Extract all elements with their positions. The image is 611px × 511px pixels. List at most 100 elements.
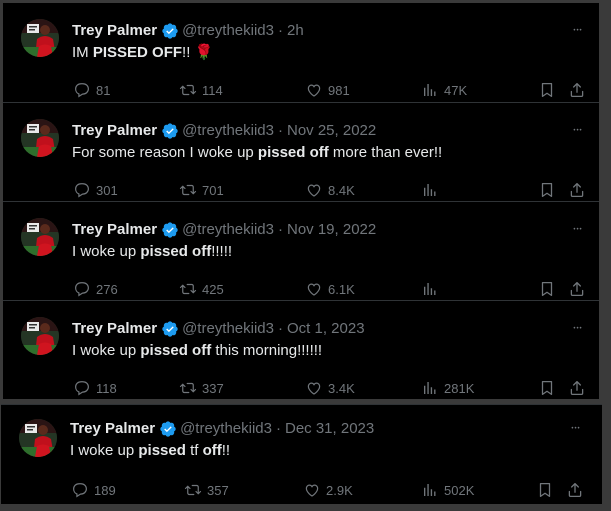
like-button[interactable]: 3.4K <box>305 379 355 397</box>
author-name[interactable]: Trey Palmer <box>72 319 157 339</box>
timestamp[interactable]: Dec 31, 2023 <box>285 419 374 439</box>
bookmark-icon[interactable] <box>536 481 554 499</box>
views-button[interactable]: 502K <box>421 481 474 499</box>
verified-icon <box>161 122 179 140</box>
timestamp[interactable]: Nov 25, 2022 <box>287 121 376 141</box>
like-icon <box>303 481 321 499</box>
author-name[interactable]: Trey Palmer <box>70 419 155 439</box>
separator-dot: · <box>278 221 283 238</box>
like-count: 6.1K <box>328 281 355 297</box>
like-count: 3.4K <box>328 380 355 396</box>
like-icon <box>305 379 323 397</box>
views-icon <box>421 280 439 298</box>
share-icon[interactable] <box>568 181 586 199</box>
tweet[interactable]: Trey Palmer @treythekiid3 · 2h ••• IM PISSED … <box>3 3 599 102</box>
bookmark-icon[interactable] <box>538 81 556 99</box>
views-button[interactable] <box>421 280 444 298</box>
author-handle[interactable]: @treythekiid3 <box>182 121 274 141</box>
share-icon[interactable] <box>568 81 586 99</box>
author-handle[interactable]: @treythekiid3 <box>180 419 272 439</box>
reply-button[interactable]: 189 <box>71 481 116 499</box>
tweet[interactable]: Trey Palmer @treythekiid3 · Oct 1, 2023 ••• I… <box>3 300 599 399</box>
retweet-count: 357 <box>207 482 229 498</box>
timestamp[interactable]: 2h <box>287 21 304 41</box>
retweet-button[interactable]: 701 <box>179 181 224 199</box>
tweet-text-emphasis: pissed off <box>257 144 329 161</box>
avatar[interactable] <box>21 119 59 157</box>
verified-icon <box>161 22 179 40</box>
bookmark-icon[interactable] <box>538 379 556 397</box>
like-button[interactable]: 6.1K <box>305 280 355 298</box>
retweet-button[interactable]: 425 <box>179 280 224 298</box>
avatar[interactable] <box>21 218 59 256</box>
tweet-text-segment: tf <box>185 442 203 459</box>
separator-dot: · <box>278 122 283 139</box>
reply-button[interactable]: 276 <box>73 280 118 298</box>
tweet-header: Trey Palmer @treythekiid3 · 2h <box>72 21 304 41</box>
like-icon <box>305 81 323 99</box>
reply-icon <box>73 181 91 199</box>
timestamp[interactable]: Oct 1, 2023 <box>287 319 365 339</box>
reply-button[interactable]: 81 <box>73 81 110 99</box>
like-button[interactable]: 981 <box>305 81 350 99</box>
tweet[interactable]: Trey Palmer @treythekiid3 · Dec 31, 2023 •••… <box>1 404 602 504</box>
like-count: 2.9K <box>326 482 353 498</box>
bookmark-icon[interactable] <box>538 280 556 298</box>
avatar[interactable] <box>21 19 59 57</box>
retweet-count: 337 <box>202 380 224 396</box>
avatar[interactable] <box>21 317 59 355</box>
more-options-icon[interactable]: ••• <box>568 319 588 339</box>
author-handle[interactable]: @treythekiid3 <box>182 21 274 41</box>
verified-icon <box>161 320 179 338</box>
like-button[interactable]: 2.9K <box>303 481 353 499</box>
bookmark-icon[interactable] <box>538 181 556 199</box>
reply-icon <box>73 280 91 298</box>
views-button[interactable]: 281K <box>421 379 474 397</box>
more-options-icon[interactable]: ••• <box>568 220 588 240</box>
retweet-button[interactable]: 114 <box>179 81 223 99</box>
share-icon[interactable] <box>568 280 586 298</box>
tweet-text-emphasis: pissed <box>138 442 186 459</box>
like-count: 981 <box>328 82 350 98</box>
tweet-header: Trey Palmer @treythekiid3 · Dec 31, 2023 <box>70 419 374 439</box>
author-handle[interactable]: @treythekiid3 <box>182 319 274 339</box>
avatar[interactable] <box>19 419 57 457</box>
share-icon[interactable] <box>566 481 584 499</box>
views-button[interactable] <box>421 181 444 199</box>
tweet-text-segment: !!!!! <box>211 243 233 260</box>
more-options-icon[interactable]: ••• <box>568 121 588 141</box>
tweet-text-emphasis: pissed off <box>140 342 212 359</box>
tweet[interactable]: Trey Palmer @treythekiid3 · Nov 19, 2022 •••… <box>3 201 599 300</box>
tweet-text: I woke up pissed off this morning!!!!!! <box>72 341 322 361</box>
verified-icon <box>159 420 177 438</box>
views-icon <box>421 379 439 397</box>
author-handle[interactable]: @treythekiid3 <box>182 220 274 240</box>
reply-count: 118 <box>96 380 117 396</box>
author-name[interactable]: Trey Palmer <box>72 220 157 240</box>
author-name[interactable]: Trey Palmer <box>72 21 157 41</box>
reply-icon <box>73 81 91 99</box>
tweet-header: Trey Palmer @treythekiid3 · Oct 1, 2023 <box>72 319 365 339</box>
tweet-timeline: Trey Palmer @treythekiid3 · 2h ••• IM PISSED … <box>0 0 611 511</box>
views-button[interactable]: 47K <box>421 81 467 99</box>
reply-count: 189 <box>94 482 116 498</box>
reply-icon <box>73 379 91 397</box>
reply-button[interactable]: 301 <box>73 181 118 199</box>
retweet-button[interactable]: 357 <box>184 481 229 499</box>
like-button[interactable]: 8.4K <box>305 181 355 199</box>
retweet-button[interactable]: 337 <box>179 379 224 397</box>
timestamp[interactable]: Nov 19, 2022 <box>287 220 376 240</box>
author-name[interactable]: Trey Palmer <box>72 121 157 141</box>
retweet-count: 425 <box>202 281 224 297</box>
more-options-icon[interactable]: ••• <box>566 419 586 439</box>
tweet-text: I woke up pissed tf off!! <box>70 441 230 461</box>
separator-dot: · <box>278 320 283 337</box>
tweet-text: IM PISSED OFF!! 🌹 <box>72 43 213 63</box>
reply-button[interactable]: 118 <box>73 379 117 397</box>
share-icon[interactable] <box>568 379 586 397</box>
views-icon <box>421 481 439 499</box>
views-count: 281K <box>444 380 475 396</box>
more-options-icon[interactable]: ••• <box>568 21 588 41</box>
retweet-count: 114 <box>202 82 223 98</box>
tweet[interactable]: Trey Palmer @treythekiid3 · Nov 25, 2022 •••… <box>3 102 599 201</box>
